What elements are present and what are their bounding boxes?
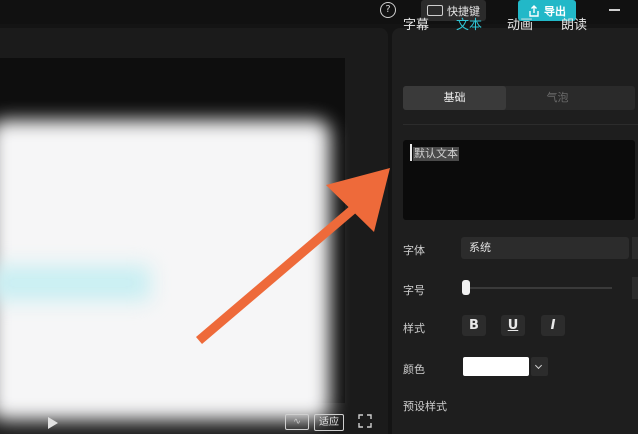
font-select[interactable]: 系统 <box>461 237 629 259</box>
size-slider[interactable] <box>466 287 612 289</box>
subtab-basic[interactable]: 基础 <box>403 86 506 110</box>
tab-animation[interactable]: 动画 <box>507 14 533 33</box>
divider <box>403 124 638 125</box>
tab-subtitle[interactable]: 字幕 <box>403 14 429 33</box>
italic-button[interactable]: I <box>541 315 565 336</box>
keyboard-icon <box>427 5 443 16</box>
size-slider-handle[interactable] <box>462 280 470 295</box>
font-select-edge <box>632 237 638 259</box>
preview-panel <box>0 28 388 434</box>
text-cursor-icon <box>410 144 412 161</box>
tab-text[interactable]: 文本 <box>456 14 482 33</box>
bold-button[interactable]: B <box>462 315 486 336</box>
size-input[interactable] <box>632 277 638 299</box>
ratio-button[interactable]: 适应 <box>314 414 344 431</box>
tab-read-aloud[interactable]: 朗读 <box>561 14 587 33</box>
chevron-down-icon[interactable] <box>531 357 548 376</box>
fullscreen-icon[interactable] <box>358 414 372 428</box>
font-label: 字体 <box>403 244 425 257</box>
minimize-icon[interactable] <box>609 9 620 11</box>
preset-style-label: 预设样式 <box>403 400 447 413</box>
subtab-bubble[interactable]: 气泡 <box>506 86 609 110</box>
size-label: 字号 <box>403 284 425 297</box>
color-label: 颜色 <box>403 363 425 376</box>
text-input-value[interactable]: 默认文本 <box>413 147 459 161</box>
color-swatch[interactable] <box>463 357 529 376</box>
style-label: 样式 <box>403 322 425 335</box>
underline-button[interactable]: U <box>501 315 525 336</box>
preview-subtitle-bar <box>0 266 150 300</box>
waveform-icon[interactable]: ∿ <box>285 414 309 430</box>
play-icon[interactable] <box>48 417 58 429</box>
preview-canvas[interactable] <box>0 58 345 420</box>
help-icon[interactable]: ? <box>380 2 396 18</box>
